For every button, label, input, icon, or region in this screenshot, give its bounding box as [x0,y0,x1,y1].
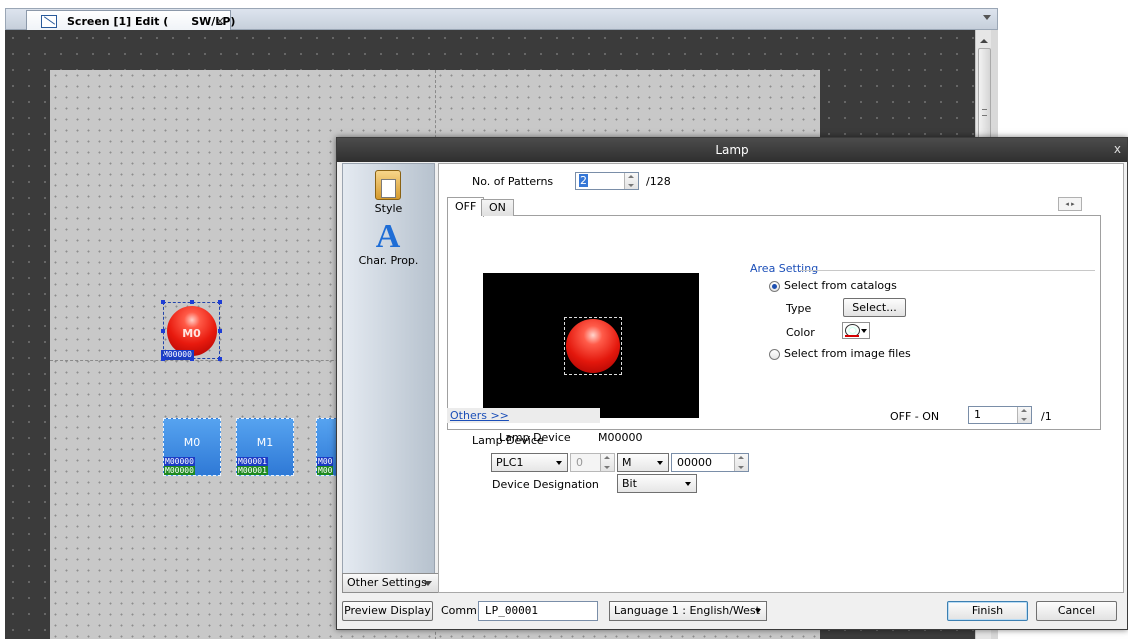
switch-device-tag: M00 [317,466,334,475]
switch-device-tag: M00000 [164,457,195,466]
device-address-stepper[interactable]: 00000 [671,453,749,472]
chevron-down-icon [861,329,867,333]
color-swatch [845,335,859,337]
selected-lamp-part[interactable]: M0 M00000 [161,300,222,361]
patterns-label: No. of Patterns [472,175,554,188]
chevron-down-icon [657,461,663,465]
other-settings-button[interactable]: Other Settings [342,573,439,593]
resize-handle[interactable] [161,329,165,333]
lamp-preview [483,273,699,418]
sidebar-item-style[interactable]: Style [343,164,434,215]
letter-a-icon: A [375,218,401,255]
area-setting-divider [800,270,1095,271]
type-label: Type [786,302,812,315]
off-on-stepper[interactable]: 1 [968,406,1032,424]
chevron-down-icon [424,581,432,586]
spin-arrows-icon[interactable] [624,173,638,189]
language-select-value: Language 1 : English/West [614,604,760,617]
sidebar-item-label: Char. Prop. [358,254,419,267]
close-tab-icon[interactable]: × [215,14,225,28]
station-value: 0 [576,456,583,469]
image-files-option-label: Select from image files [784,347,911,360]
switch-device-tag: M00000 [164,466,195,475]
lamp-device-label: Lamp Device [472,434,544,447]
comm-field[interactable]: LP_00001 [478,601,598,621]
document-tab[interactable]: Screen [1] Edit ( SW/LP) × [26,10,235,32]
screen-edit-icon [41,15,57,28]
clipboard-icon [375,170,401,200]
tab-on[interactable]: ON [481,199,514,216]
resize-handle[interactable] [218,300,222,304]
switch-device-tag: M00001 [237,457,268,466]
switch-part[interactable]: M1 M00001 M00001 [236,418,294,476]
dialog-main-panel: No. of Patterns 2 /128 Lamp Device M0000… [438,163,1124,593]
patterns-value: 2 [579,174,588,187]
chevron-down-icon [685,482,691,486]
finish-button[interactable]: Finish [947,601,1028,621]
switch-device-tag: M00001 [237,466,268,475]
chevron-down-icon [556,461,562,465]
tab-scroll-arrows-icon[interactable]: ◂ ▸ [1058,197,1082,211]
dialog-sidebar: Style A Char. Prop. [342,163,435,593]
station-stepper[interactable]: 0 [570,453,615,472]
other-settings-label: Other Settings [347,576,427,589]
color-picker-button[interactable] [842,322,870,339]
area-setting-title: Area Setting [750,262,819,275]
scroll-up-icon[interactable] [980,39,988,43]
device-designation-label: Device Designation [492,478,599,491]
selection-box [163,302,220,359]
device-address-value: 00000 [677,456,712,469]
catalogs-radio[interactable] [769,281,780,292]
select-type-button[interactable]: Select... [843,298,906,317]
switch-label: M1 [256,436,274,449]
off-on-value: 1 [974,408,981,421]
spin-arrows-icon [600,454,614,471]
dialog-title-bar[interactable]: Lamp x [337,138,1127,162]
sidebar-item-char-prop[interactable]: A Char. Prop. [343,214,434,268]
patterns-stepper[interactable]: 2 [575,172,639,190]
switch-label: M0 [183,436,201,449]
resize-handle[interactable] [161,300,165,304]
device-type-select[interactable]: M [617,453,669,472]
resize-handle[interactable] [190,357,194,361]
switch-part[interactable]: M0 M00000 M00000 [163,418,221,476]
preview-selection-box [564,317,622,375]
device-type-value: M [622,456,632,469]
comm-label: Comm [441,604,477,617]
language-select[interactable]: Language 1 : English/West [609,601,767,621]
resize-handle[interactable] [190,300,194,304]
resize-handle[interactable] [218,329,222,333]
patterns-max: /128 [646,175,671,188]
preview-lamp-device-value: M00000 [598,431,643,444]
image-files-radio[interactable] [769,349,780,360]
preview-display-button[interactable]: Preview Display [342,601,433,621]
close-icon[interactable]: x [1114,142,1121,156]
cancel-button[interactable]: Cancel [1036,601,1117,621]
off-on-label: OFF - ON [890,410,940,423]
off-on-max: /1 [1041,410,1052,423]
document-tab-title: Screen [1] Edit ( SW/LP) [67,15,236,28]
catalogs-option-label: Select from catalogs [784,279,897,292]
tab-list-dropdown-icon[interactable] [983,15,991,20]
device-designation-value: Bit [622,477,637,490]
resize-handle[interactable] [218,357,222,361]
resize-handle[interactable] [161,357,165,361]
document-tab-bar: Screen [1] Edit ( SW/LP) × [5,8,998,32]
plc-select-value: PLC1 [496,456,524,469]
lamp-dialog: Lamp x Style A Char. Prop. Other Setting… [336,137,1128,630]
others-link[interactable]: Others >> [450,409,509,422]
spin-arrows-icon[interactable] [734,454,748,471]
device-designation-select[interactable]: Bit [617,474,697,493]
dialog-title: Lamp [715,143,749,157]
color-label: Color [786,326,815,339]
scroll-grip-icon [982,109,987,116]
spin-arrows-icon[interactable] [1017,407,1031,423]
pattern-tab-panel: Lamp Device M00000 Area Setting Select f… [447,215,1101,444]
chevron-down-icon [755,609,761,613]
switch-device-tag: M00 [317,457,334,466]
tab-off[interactable]: OFF [447,197,485,217]
plc-select[interactable]: PLC1 [491,453,568,472]
